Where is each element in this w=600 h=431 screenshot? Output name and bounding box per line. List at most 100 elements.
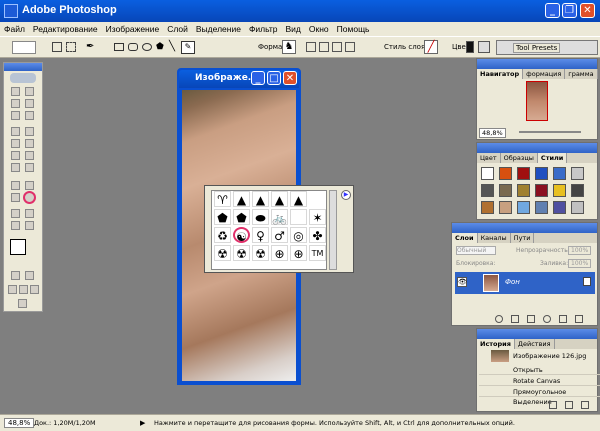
menu-select[interactable]: Выделение xyxy=(192,24,245,34)
healing-brush-tool[interactable] xyxy=(11,127,20,136)
type-tool[interactable] xyxy=(25,181,34,190)
tab-actions[interactable]: Действия xyxy=(515,339,555,349)
tool-preset-picker[interactable] xyxy=(12,41,36,54)
new-set-icon[interactable] xyxy=(527,315,535,323)
style-none[interactable] xyxy=(481,167,494,180)
line-icon[interactable]: ╲ xyxy=(169,41,175,52)
style-swatch[interactable] xyxy=(553,167,566,180)
shape-cell[interactable]: ☢ xyxy=(214,245,231,261)
quick-mask-icon[interactable] xyxy=(25,271,34,280)
doc-maximize-button[interactable]: □ xyxy=(267,71,281,85)
status-arrow-icon[interactable]: ▶ xyxy=(140,419,145,427)
stamp-tool[interactable] xyxy=(11,139,20,148)
fill-value[interactable]: 100% xyxy=(568,259,592,268)
style-swatch[interactable] xyxy=(535,184,548,197)
notes-tool[interactable] xyxy=(11,209,20,218)
layer-name[interactable]: Фон xyxy=(505,278,520,286)
navigator-preview[interactable] xyxy=(526,81,548,121)
navigator-zoom[interactable]: 48,8% xyxy=(479,128,506,138)
pen-tool[interactable] xyxy=(11,193,20,202)
doc-close-button[interactable]: ✕ xyxy=(283,71,297,85)
tab-swatches[interactable]: Образцы xyxy=(501,153,538,163)
new-layer-icon[interactable] xyxy=(559,315,567,323)
path-select-tool[interactable] xyxy=(11,181,20,190)
tab-channels[interactable]: Каналы xyxy=(478,233,511,243)
eye-icon[interactable]: 👁 xyxy=(457,277,467,287)
move-tool[interactable] xyxy=(25,87,34,96)
layer-row-background[interactable]: 👁 Фон xyxy=(455,272,595,294)
add-style-icon[interactable] xyxy=(495,315,503,323)
printer-icon[interactable] xyxy=(478,41,490,53)
new-shape-area-icon[interactable] xyxy=(306,42,316,52)
shape-cell[interactable]: ◎ xyxy=(290,227,307,243)
menu-filter[interactable]: Фильтр xyxy=(245,24,282,34)
tab-paths[interactable]: Пути xyxy=(511,233,535,243)
menu-view[interactable]: Вид xyxy=(282,24,305,34)
style-swatch[interactable] xyxy=(517,201,530,214)
shape-cell[interactable]: ♀ xyxy=(252,227,269,243)
screen-mode-full-menu-icon[interactable] xyxy=(19,285,28,294)
shape-cell[interactable]: ♻ xyxy=(214,227,231,243)
subtract-shape-area-icon[interactable] xyxy=(332,42,342,52)
shape-cell[interactable]: ⊕ xyxy=(290,245,307,261)
menu-help[interactable]: Помощь xyxy=(333,24,374,34)
polygon-icon[interactable]: ⬟ xyxy=(156,42,164,52)
layer-style-picker[interactable]: ╱ xyxy=(424,40,438,54)
restore-button[interactable]: ❐ xyxy=(562,3,577,18)
hand-tool[interactable] xyxy=(11,221,20,230)
shape-cell[interactable]: ♈ xyxy=(214,191,231,207)
history-item[interactable]: Открыть xyxy=(479,365,600,375)
screen-mode-standard-icon[interactable] xyxy=(8,285,17,294)
tool-presets-tab[interactable]: Tool Presets xyxy=(513,43,561,53)
shape-layers-icon[interactable] xyxy=(52,42,62,52)
eraser-tool[interactable] xyxy=(11,151,20,160)
shape-cell[interactable]: TM xyxy=(309,245,326,261)
style-swatch[interactable] xyxy=(571,184,584,197)
doc-minimize-button[interactable]: _ xyxy=(251,71,265,85)
menu-file[interactable]: Файл xyxy=(0,24,29,34)
shape-cell[interactable]: ⬬ xyxy=(252,209,269,225)
tab-color[interactable]: Цвет xyxy=(477,153,501,163)
status-zoom[interactable]: 48,8% xyxy=(4,418,35,428)
style-swatch[interactable] xyxy=(481,201,494,214)
style-swatch[interactable] xyxy=(571,201,584,214)
shape-cell[interactable]: ☢ xyxy=(252,245,269,261)
style-swatch[interactable] xyxy=(553,201,566,214)
jump-to-imageready-icon[interactable] xyxy=(18,299,27,308)
rounded-rectangle-icon[interactable] xyxy=(128,43,138,51)
menu-layer[interactable]: Слой xyxy=(163,24,192,34)
tab-histogram[interactable]: грамма xyxy=(565,69,598,79)
pen-tool-icon[interactable]: ✒ xyxy=(86,41,94,52)
gradient-tool[interactable] xyxy=(25,151,34,160)
style-swatch[interactable] xyxy=(499,184,512,197)
shape-cell[interactable]: ☢ xyxy=(233,245,250,261)
style-swatch[interactable] xyxy=(535,201,548,214)
zoom-tool[interactable] xyxy=(25,221,34,230)
tab-layers[interactable]: Слои xyxy=(452,233,478,243)
new-document-from-state-icon[interactable] xyxy=(549,401,557,409)
palette-well[interactable]: Tool Presets xyxy=(496,40,598,55)
style-swatch[interactable] xyxy=(517,184,530,197)
shape-cell[interactable]: ⬟ xyxy=(233,209,250,225)
new-adjustment-icon[interactable] xyxy=(543,315,551,323)
style-swatch[interactable] xyxy=(499,167,512,180)
delete-layer-icon[interactable] xyxy=(575,315,583,323)
minimize-button[interactable]: _ xyxy=(545,3,560,18)
shape-cell[interactable]: 🚲 xyxy=(271,209,288,225)
history-item[interactable]: Rotate Canvas xyxy=(479,376,600,386)
foreground-color[interactable] xyxy=(10,239,26,255)
add-mask-icon[interactable] xyxy=(511,315,519,323)
screen-mode-full-icon[interactable] xyxy=(30,285,39,294)
delete-state-icon[interactable] xyxy=(581,401,589,409)
picker-menu-arrow-icon[interactable]: ▶ xyxy=(341,190,351,200)
standard-mode-icon[interactable] xyxy=(11,271,20,280)
brush-tool[interactable] xyxy=(25,127,34,136)
style-swatch[interactable] xyxy=(517,167,530,180)
history-brush-tool[interactable] xyxy=(25,139,34,148)
ellipse-icon[interactable] xyxy=(142,43,152,51)
color-swatch[interactable] xyxy=(466,41,474,53)
rectangle-shape-icon[interactable] xyxy=(114,43,124,51)
style-swatch[interactable] xyxy=(481,184,494,197)
blur-tool[interactable] xyxy=(11,163,20,172)
shape-cell[interactable]: ⊕ xyxy=(271,245,288,261)
